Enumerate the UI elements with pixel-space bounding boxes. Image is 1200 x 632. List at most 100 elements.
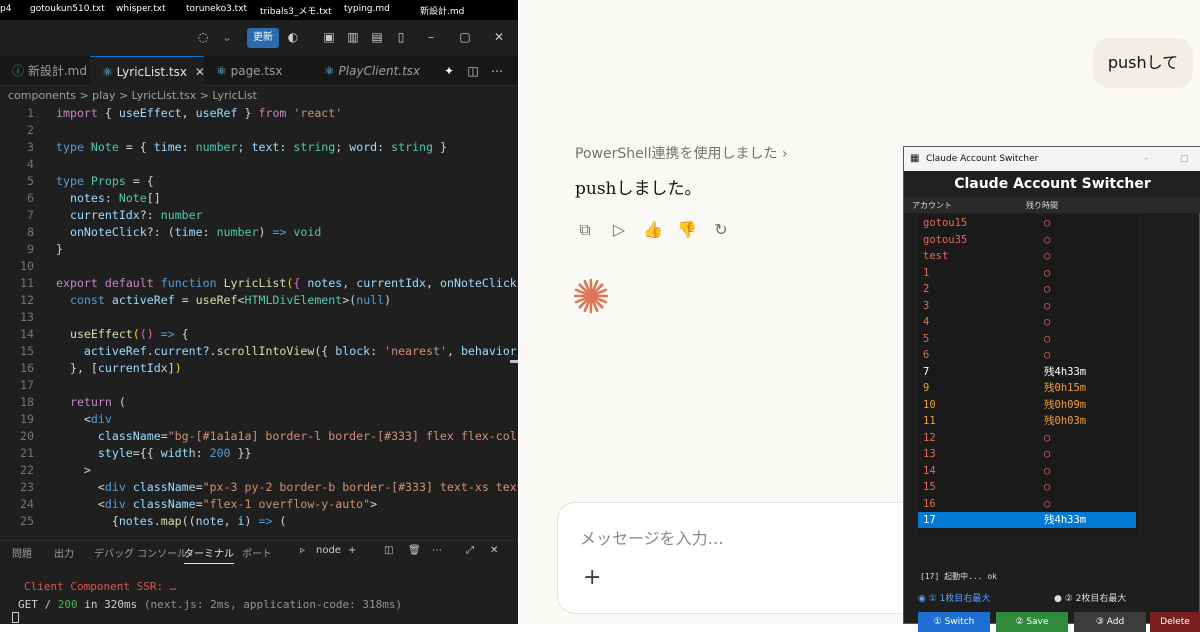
col-remaining[interactable]: 残り時間 xyxy=(1026,200,1058,211)
new-terminal-icon[interactable]: + xyxy=(348,545,356,556)
taskbar-file[interactable]: p4 xyxy=(0,4,11,14)
account-row[interactable]: 13 ○ xyxy=(918,446,1136,462)
taskbar-file[interactable]: tribals3_メモ.txt xyxy=(260,4,332,17)
col-account[interactable]: アカウント xyxy=(912,200,952,211)
account-row[interactable]: 5 ○ xyxy=(918,331,1136,347)
chevron-down-icon[interactable]: ⌄ xyxy=(220,30,234,44)
accounts-icon[interactable]: ◐ xyxy=(286,30,300,44)
account-row[interactable]: gotou15 ○ xyxy=(918,215,1136,231)
taskbar-file[interactable]: typing.md xyxy=(344,4,390,14)
copy-icon[interactable]: ⧉ xyxy=(575,220,595,240)
maximize-icon[interactable]: ▢ xyxy=(458,30,472,44)
tab-ports[interactable]: ポート xyxy=(242,545,272,560)
code-line[interactable]: useEffect(() => { xyxy=(56,327,189,341)
thumbs-down-icon[interactable]: 👎 xyxy=(677,220,697,240)
tab-shin-sekkei[interactable]: ⓘ 新設計.md xyxy=(0,56,90,86)
tab-debug-console[interactable]: デバッグ コンソール xyxy=(94,545,187,560)
taskbar-file[interactable]: whisper.txt xyxy=(116,4,166,14)
code-line[interactable]: <div className="flex-1 overflow-y-auto"> xyxy=(56,497,377,511)
code-line[interactable]: <div xyxy=(56,412,112,426)
account-row[interactable]: 3 ○ xyxy=(918,298,1136,314)
code-line[interactable]: style={{ width: 200 }} xyxy=(56,446,252,460)
delete-button[interactable]: Delete xyxy=(1150,612,1200,632)
toggle-panel-icon[interactable]: ▤ xyxy=(370,30,384,44)
sparkle-icon[interactable]: ✦ xyxy=(442,64,456,78)
more-actions-icon[interactable]: ⋯ xyxy=(490,64,504,78)
tab-lyriclist[interactable]: ⚛ LyricList.tsx ✕ xyxy=(90,56,205,86)
account-row[interactable]: 2 ○ xyxy=(918,281,1136,297)
tab-page[interactable]: ⚛ page.tsx xyxy=(204,56,312,86)
code-line[interactable]: }, [currentIdx]) xyxy=(56,361,182,375)
minimize-icon[interactable]: – xyxy=(1144,147,1149,171)
terminal-output[interactable]: Client Component SSR: … GET / 200 in 320… xyxy=(0,562,518,624)
code-line[interactable]: } xyxy=(56,242,63,256)
code-line[interactable]: type Note = { time: number; text: string… xyxy=(56,140,447,154)
tab-problems[interactable]: 問題 xyxy=(12,545,32,560)
minimize-icon[interactable]: – xyxy=(424,30,438,44)
code-line[interactable]: import { useEffect, useRef } from 'react… xyxy=(56,106,342,120)
scrollbar-thumb[interactable] xyxy=(510,360,518,363)
radio-monitor-2[interactable]: ● ② 2枚目右最大 xyxy=(1054,591,1126,604)
tool-usage-line[interactable]: PowerShell連携を使用しました › xyxy=(575,143,788,163)
toggle-secondary-sidebar-icon[interactable]: ▯ xyxy=(394,30,408,44)
split-terminal-icon[interactable]: ◫ xyxy=(384,545,393,556)
radio-monitor-1[interactable]: ◉ ① 1枚目右最大 xyxy=(918,591,990,604)
tab-output[interactable]: 出力 xyxy=(54,545,74,560)
code-line[interactable]: onNoteClick?: (time: number) => void xyxy=(56,225,321,239)
account-list[interactable]: gotou15 ○ gotou35 ○ test ○ 1 ○ 2 ○ 3 ○ 4 ○ 5 ○ 6 ○ 7 残4h33m… xyxy=(918,215,1138,535)
save-button[interactable]: ② Save xyxy=(996,612,1068,632)
code-line[interactable]: const activeRef = useRef<HTMLDivElement>… xyxy=(56,293,391,307)
maximize-icon[interactable]: ▢ xyxy=(1180,147,1189,171)
thumbs-up-icon[interactable]: 👍 xyxy=(643,220,663,240)
code-editor[interactable]: 1 import { useEffect, useRef } from 'reac… xyxy=(0,106,518,540)
code-line[interactable]: <div className="px-3 py-2 border-b borde… xyxy=(56,480,518,494)
more-actions-icon[interactable]: ⋯ xyxy=(432,545,442,556)
account-row[interactable]: 15 ○ xyxy=(918,479,1136,495)
account-row[interactable]: gotou35 ○ xyxy=(918,232,1136,248)
account-row[interactable]: 1 ○ xyxy=(918,265,1136,281)
code-line[interactable]: export default function LyricList({ note… xyxy=(56,276,517,290)
code-line[interactable]: currentIdx?: number xyxy=(56,208,203,222)
code-line[interactable]: > xyxy=(56,463,91,477)
code-line[interactable]: notes: Note[] xyxy=(56,191,161,205)
switcher-header: Claude Account Switcher xyxy=(904,171,1200,197)
add-button[interactable]: ③ Add xyxy=(1074,612,1146,632)
code-line[interactable]: return ( xyxy=(56,395,126,409)
switch-button[interactable]: ① Switch xyxy=(918,612,990,632)
toggle-sidebar-icon[interactable]: ▥ xyxy=(346,30,360,44)
account-row[interactable]: 9 残0h15m xyxy=(918,380,1136,396)
account-row[interactable]: test ○ xyxy=(918,248,1136,264)
terminal-name[interactable]: node xyxy=(316,545,341,556)
account-row[interactable]: 12 ○ xyxy=(918,430,1136,446)
account-row[interactable]: 11 残0h03m xyxy=(918,413,1136,429)
account-row[interactable]: 4 ○ xyxy=(918,314,1136,330)
plus-icon[interactable]: + xyxy=(583,565,601,590)
account-row[interactable]: 17 残4h33m xyxy=(918,512,1136,528)
maximize-panel-icon[interactable]: ⤢ xyxy=(466,545,474,556)
taskbar-file[interactable]: toruneko3.txt xyxy=(186,4,247,14)
tab-playclient[interactable]: ⚛ PlayClient.tsx xyxy=(312,56,434,86)
account-row[interactable]: 14 ○ xyxy=(918,463,1136,479)
breadcrumb[interactable]: components > play > LyricList.tsx > Lyri… xyxy=(0,86,518,106)
message-input[interactable]: メッセージを入力… xyxy=(580,525,724,549)
layout-icon[interactable]: ▣ xyxy=(322,30,336,44)
close-icon[interactable]: ✕ xyxy=(492,30,506,44)
close-panel-icon[interactable]: ✕ xyxy=(490,545,498,556)
account-row[interactable]: 6 ○ xyxy=(918,347,1136,363)
taskbar-file[interactable]: gotoukun510.txt xyxy=(30,4,105,14)
retry-icon[interactable]: ↻ xyxy=(711,220,731,240)
code-line[interactable]: className="bg-[#1a1a1a] border-l border-… xyxy=(56,429,517,443)
message-composer[interactable] xyxy=(557,502,957,614)
account-row[interactable]: 10 残0h09m xyxy=(918,397,1136,413)
account-row[interactable]: 7 残4h33m xyxy=(918,364,1136,380)
code-line[interactable]: activeRef.current?.scrollIntoView({ bloc… xyxy=(56,344,518,358)
update-button[interactable]: 更新 xyxy=(247,28,279,48)
account-row[interactable]: 16 ○ xyxy=(918,496,1136,512)
split-editor-icon[interactable]: ◫ xyxy=(466,64,480,78)
play-icon[interactable]: ▷ xyxy=(609,220,629,240)
trash-icon[interactable]: 🗑 xyxy=(408,545,421,556)
taskbar-file[interactable]: 新設計.md xyxy=(420,4,464,17)
code-line[interactable]: {notes.map((note, i) => ( xyxy=(56,514,287,528)
copilot-icon[interactable]: ◌ xyxy=(196,30,210,44)
code-line[interactable]: type Props = { xyxy=(56,174,154,188)
